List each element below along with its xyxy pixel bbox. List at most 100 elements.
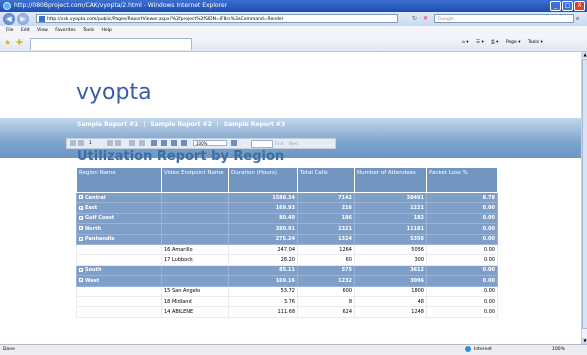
search-icon[interactable]: ⌕ <box>576 14 585 23</box>
last-page-icon[interactable] <box>115 140 121 146</box>
address-url: http://vsk.vyopta.com/public/Pages/Repor… <box>47 17 284 22</box>
scroll-up-icon[interactable]: ▲ <box>582 52 587 58</box>
packet-loss-cell: 0.00 <box>426 254 498 266</box>
report-link-1[interactable]: Sample Report #1 <box>77 121 138 128</box>
calls-cell-text: 60 <box>345 257 352 264</box>
calls-cell: 60 <box>297 254 355 266</box>
col-region-name[interactable]: Region Name <box>76 167 162 193</box>
menu-favorites[interactable]: Favorites <box>55 26 75 35</box>
endpoint-cell-text: 17 Lubbock <box>164 257 193 264</box>
expand-icon[interactable]: + <box>79 205 83 210</box>
zoom-dropdown-icon[interactable] <box>231 140 237 146</box>
calls-cell-text: 1324 <box>338 236 352 243</box>
forward-button[interactable]: ▶ <box>17 13 29 25</box>
duration-cell: 3.76 <box>228 295 298 308</box>
attendees-cell-text: 300 <box>414 257 424 264</box>
expand-icon[interactable]: + <box>79 267 83 272</box>
browser-tab[interactable] <box>30 38 192 50</box>
duration-cell-text: 169.93 <box>275 205 295 212</box>
back-button[interactable]: ◀ <box>3 13 15 25</box>
tools-menu[interactable]: Tools ▾ <box>528 40 543 45</box>
duration-cell-text: 80.40 <box>279 215 295 222</box>
region-cell: + East <box>76 202 162 214</box>
layout-icon[interactable] <box>161 140 167 146</box>
add-favorite-icon[interactable]: ✚ <box>16 38 23 47</box>
home-icon[interactable]: ⌂ ▾ <box>462 40 469 45</box>
collapse-icon[interactable]: - <box>79 236 83 241</box>
refresh-icon[interactable]: ↻ <box>412 15 421 23</box>
page-number[interactable]: 1 <box>89 139 92 148</box>
address-input[interactable]: http://vsk.vyopta.com/public/Pages/Repor… <box>36 14 398 23</box>
attendees-cell: 3096 <box>354 275 427 287</box>
minimize-button[interactable]: _ <box>550 1 561 11</box>
menu-view[interactable]: View <box>37 26 48 35</box>
packet-loss-cell: 0.00 <box>426 243 498 256</box>
duration-cell-text: 1588.34 <box>272 194 295 201</box>
report-link-2[interactable]: Sample Report #2 <box>150 121 211 128</box>
menu-help[interactable]: Help <box>102 26 112 35</box>
page-menu[interactable]: Page ▾ <box>506 40 521 45</box>
back-to-parent-icon[interactable] <box>129 140 135 146</box>
endpoint-cell-text: 14 ABILENE <box>164 308 194 315</box>
first-page-icon[interactable] <box>70 140 76 146</box>
duration-cell: 80.40 <box>228 212 298 225</box>
print-icon[interactable]: ⎙ ▾ <box>491 40 498 45</box>
region-cell: + Central <box>76 191 162 204</box>
find-link[interactable]: Find <box>275 139 283 148</box>
col-packet-loss[interactable]: Packet Loss % <box>426 167 498 193</box>
region-cell: - Panhandle <box>76 233 162 245</box>
region-cell-text: Gulf Coast <box>85 215 115 222</box>
find-next-link[interactable]: Next <box>289 139 298 148</box>
report-link-3[interactable]: Sample Report #3 <box>224 121 285 128</box>
col-endpoint-name[interactable]: Video Endpoint Name <box>161 167 229 193</box>
find-input[interactable] <box>251 140 273 148</box>
calls-cell: 2321 <box>297 223 355 235</box>
search-input[interactable]: Google <box>434 14 574 23</box>
nav-separator: | <box>216 121 219 128</box>
duration-cell-text: 280.91 <box>275 225 295 232</box>
menu-edit[interactable]: Edit <box>21 26 30 35</box>
col-total-calls[interactable]: Total Calls <box>297 167 355 193</box>
attendees-cell-text: 38491 <box>406 194 424 201</box>
utilization-table: Region Name Video Endpoint Name Duration… <box>76 167 498 318</box>
collapse-icon[interactable]: - <box>79 278 83 283</box>
expand-icon[interactable]: + <box>79 195 83 200</box>
col-attendees[interactable]: Number of Attendees <box>354 167 427 193</box>
stop-icon[interactable]: ✕ <box>423 15 432 23</box>
calls-cell: 575 <box>297 264 355 277</box>
print-report-icon[interactable] <box>151 140 157 146</box>
feeds-icon[interactable]: ☰ ▾ <box>476 40 484 45</box>
menu-tools[interactable]: Tools <box>83 26 94 35</box>
duration-cell: 247.04 <box>228 243 298 256</box>
nav-separator: | <box>143 121 146 128</box>
calls-cell: 1324 <box>297 233 355 245</box>
region-cell-text: East <box>85 205 98 212</box>
favorites-star-icon[interactable]: ★ <box>4 38 11 47</box>
export-icon[interactable] <box>171 140 177 146</box>
endpoint-cell-text: 18 Midland <box>164 298 192 305</box>
attendees-cell-text: 1800 <box>411 288 424 295</box>
duration-cell-text: 111.68 <box>277 308 296 315</box>
prev-page-icon[interactable] <box>78 140 84 146</box>
col-duration[interactable]: Duration (Hours) <box>228 167 298 193</box>
packet-loss-cell: 0.00 <box>426 275 498 287</box>
menu-file[interactable]: File <box>6 26 14 35</box>
next-page-icon[interactable] <box>107 140 113 146</box>
save-icon[interactable] <box>181 140 187 146</box>
calls-cell: 1264 <box>297 243 355 256</box>
duration-cell-text: 53.72 <box>280 288 295 295</box>
expand-icon[interactable]: + <box>79 215 83 220</box>
calls-cell: 216 <box>297 202 355 214</box>
zoom-select[interactable]: 100% <box>193 140 227 146</box>
attendees-cell: 1248 <box>354 306 427 318</box>
calls-cell: 600 <box>297 285 355 297</box>
packet-loss-cell-text: 0.00 <box>483 257 495 264</box>
scroll-thumb[interactable] <box>582 59 587 329</box>
refresh-report-icon[interactable] <box>139 140 145 146</box>
maximize-button[interactable]: □ <box>562 1 573 11</box>
close-button[interactable]: X <box>574 1 585 11</box>
report-title: Utilization Report by Region <box>77 149 285 164</box>
vertical-scrollbar[interactable]: ▲ ▼ <box>581 52 587 344</box>
group-row: + South 85.11 575 3612 0.00 <box>76 264 498 277</box>
expand-icon[interactable]: + <box>79 226 83 231</box>
